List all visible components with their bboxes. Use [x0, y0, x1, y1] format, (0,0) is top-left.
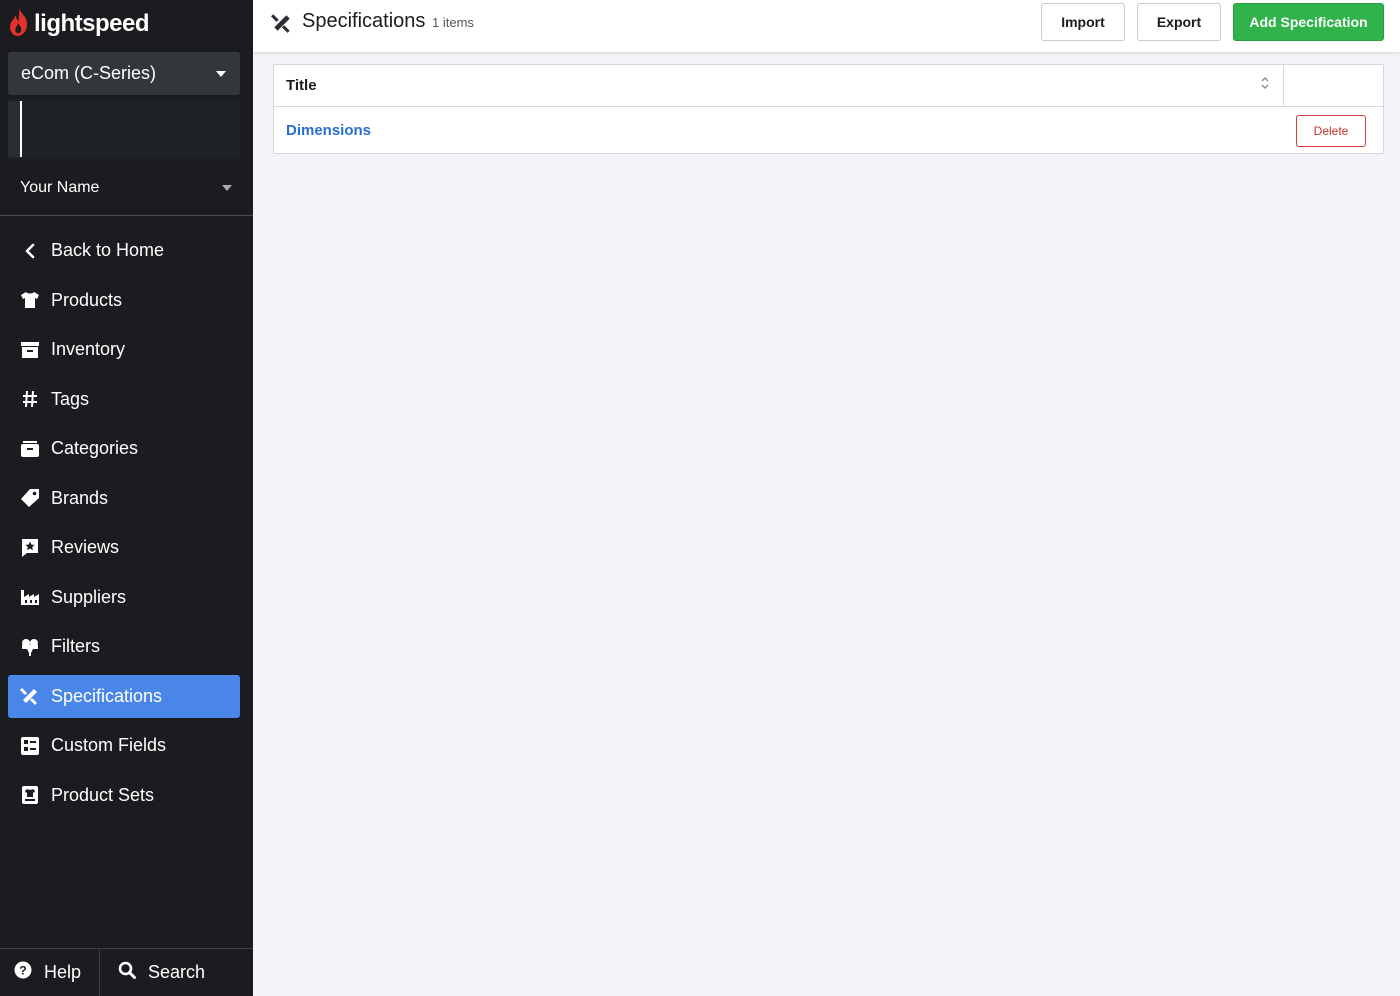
- sidebar-item-brands[interactable]: Brands: [8, 477, 240, 520]
- sidebar-item-products[interactable]: Products: [8, 279, 240, 322]
- flame-icon: [8, 7, 30, 42]
- sidebar: lightspeed eCom (C-Series) Your Name Bac…: [0, 0, 253, 996]
- store-selector-label: eCom (C-Series): [21, 63, 157, 83]
- sidebar-divider: [0, 215, 253, 216]
- product-set-icon: [20, 785, 40, 805]
- column-header-title[interactable]: Title: [274, 65, 1284, 106]
- sidebar-item-label: Tags: [51, 388, 90, 409]
- sidebar-item-specifications[interactable]: Specifications: [8, 674, 240, 718]
- page-header: Specifications 1 items Import Export Add…: [253, 0, 1400, 52]
- table-row: Dimensions Delete: [274, 107, 1383, 154]
- help-button[interactable]: ? Help: [0, 949, 100, 996]
- store-selector[interactable]: eCom (C-Series): [8, 52, 240, 95]
- sidebar-item-label: Back to Home: [51, 240, 165, 260]
- user-name: Your Name: [20, 179, 100, 196]
- specification-link[interactable]: Dimensions: [286, 122, 371, 139]
- sidebar-item-label: Inventory: [51, 339, 126, 359]
- sidebar-item-inventory[interactable]: Inventory: [8, 328, 240, 371]
- review-star-icon: [20, 538, 40, 558]
- sidebar-item-reviews[interactable]: Reviews: [8, 526, 240, 569]
- sidebar-item-back-to-home[interactable]: Back to Home: [8, 229, 240, 272]
- tag-icon: [20, 488, 40, 508]
- help-label: Help: [44, 962, 82, 982]
- sidebar-item-custom-fields[interactable]: Custom Fields: [8, 724, 240, 767]
- sidebar-item-product-sets[interactable]: Product Sets: [8, 774, 240, 817]
- sidebar-item-label: Categories: [51, 438, 139, 458]
- search-label: Search: [148, 962, 206, 982]
- sidebar-item-label: Suppliers: [51, 586, 127, 607]
- column-header-label: Title: [286, 77, 317, 94]
- ruler-pencil-icon: [271, 12, 293, 34]
- sidebar-bottom-bar: ? Help Search: [0, 948, 253, 996]
- page-title: Specifications: [302, 10, 426, 32]
- export-button[interactable]: Export: [1137, 3, 1221, 41]
- store-info-bar: [8, 101, 22, 157]
- search-icon: [118, 961, 136, 984]
- svg-text:?: ?: [19, 964, 26, 978]
- sidebar-item-label: Products: [51, 289, 123, 310]
- custom-fields-icon: [20, 736, 40, 756]
- column-header-actions: [1284, 65, 1383, 106]
- caret-down-icon: [222, 185, 232, 191]
- logo-text: lightspeed: [34, 10, 150, 37]
- caret-down-icon: [216, 70, 226, 77]
- inventory-icon: [20, 340, 40, 360]
- sidebar-item-categories[interactable]: Categories: [8, 427, 240, 470]
- filter-icon: [20, 637, 40, 657]
- sidebar-item-suppliers[interactable]: Suppliers: [8, 576, 240, 619]
- sidebar-nav: Back to Home Products Inventory Tags Cat…: [8, 229, 240, 823]
- help-icon: ?: [14, 961, 32, 984]
- folder-icon: [20, 439, 40, 459]
- sidebar-item-label: Filters: [51, 636, 100, 656]
- hash-icon: [20, 389, 40, 409]
- chevron-left-icon: [20, 241, 40, 261]
- sidebar-item-label: Product Sets: [51, 784, 155, 805]
- store-info-box: [8, 99, 240, 159]
- lightspeed-logo[interactable]: lightspeed: [8, 7, 150, 42]
- factory-icon: [20, 587, 40, 607]
- tshirt-icon: [20, 290, 40, 310]
- ruler-pencil-icon: [20, 686, 40, 706]
- sort-icon: [1260, 75, 1270, 96]
- item-count: 1 items: [432, 15, 474, 30]
- import-button[interactable]: Import: [1041, 3, 1125, 41]
- sidebar-item-filters[interactable]: Filters: [8, 625, 240, 668]
- sidebar-item-label: Specifications: [51, 685, 163, 706]
- sidebar-item-label: Custom Fields: [51, 735, 167, 755]
- delete-button[interactable]: Delete: [1296, 114, 1366, 147]
- sidebar-item-tags[interactable]: Tags: [8, 378, 240, 421]
- sidebar-item-label: Brands: [51, 487, 109, 508]
- specifications-table: Title Dimensions Delete: [273, 64, 1384, 154]
- table-header: Title: [274, 65, 1383, 107]
- user-menu[interactable]: Your Name: [20, 176, 232, 200]
- search-button[interactable]: Search: [100, 949, 253, 996]
- add-specification-button[interactable]: Add Specification: [1233, 3, 1384, 41]
- sidebar-item-label: Reviews: [51, 537, 120, 557]
